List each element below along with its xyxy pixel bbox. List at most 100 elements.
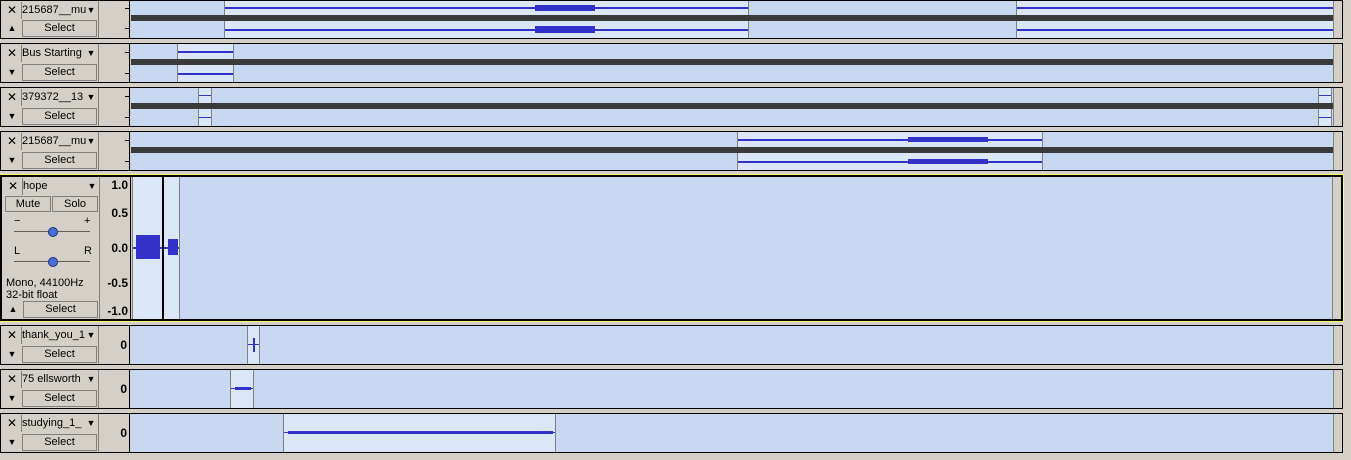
select-button[interactable]: Select (22, 64, 97, 81)
track-resize-handle[interactable] (1333, 88, 1342, 126)
close-icon[interactable]: ✕ (3, 371, 22, 388)
collapse-icon[interactable]: ▼ (3, 434, 21, 451)
ruler-label: 0 (120, 382, 127, 396)
waveform (1017, 28, 1335, 31)
solo-button[interactable]: Solo (52, 196, 98, 212)
track-name-menu[interactable]: 379372__13 ▼ (22, 89, 97, 106)
track-name-menu[interactable]: 75 ellsworth ▼ (22, 371, 97, 388)
pan-slider[interactable] (48, 257, 58, 267)
audio-clip[interactable] (177, 44, 234, 59)
select-button[interactable]: Select (22, 434, 97, 451)
playhead-cursor[interactable] (162, 177, 164, 319)
track-control-panel: ✕ 215687__mu ▼ ▲ Select (1, 1, 99, 38)
mute-button[interactable]: Mute (5, 196, 51, 212)
waveform-area[interactable] (131, 414, 1342, 452)
track-75-ellsworth[interactable]: ✕ 75 ellsworth ▼ ▼ Select 0 (0, 369, 1343, 409)
select-button[interactable]: Select (22, 20, 97, 37)
close-icon[interactable]: ✕ (4, 178, 23, 195)
audio-clip[interactable] (132, 177, 180, 319)
waveform (168, 239, 178, 255)
audio-clip[interactable] (177, 65, 234, 82)
track-control-panel: ✕ thank_you_1 ▼ ▼ Select (1, 326, 99, 364)
track-215687-mu-1[interactable]: ✕ 215687__mu ▼ ▲ Select (0, 0, 1343, 39)
audio-clip[interactable] (1318, 88, 1332, 103)
collapse-icon[interactable]: ▲ (4, 301, 22, 318)
close-icon[interactable]: ✕ (3, 327, 22, 344)
track-resize-handle[interactable] (1333, 1, 1342, 38)
waveform-area[interactable] (131, 88, 1342, 126)
select-button[interactable]: Select (22, 390, 97, 407)
audio-clip[interactable] (1318, 109, 1332, 126)
audio-clip[interactable] (224, 1, 749, 15)
track-control-panel: ✕ Bus Starting ▼ ▼ Select (1, 44, 99, 82)
track-resize-handle[interactable] (1333, 132, 1342, 170)
collapse-icon[interactable]: ▼ (3, 390, 21, 407)
ruler-tick (125, 28, 129, 29)
collapse-icon[interactable]: ▼ (3, 346, 21, 363)
waveform-area[interactable] (131, 370, 1342, 408)
track-bus-starting[interactable]: ✕ Bus Starting ▼ ▼ Select (0, 43, 1343, 83)
select-button[interactable]: Select (23, 301, 98, 318)
audio-clip[interactable] (1016, 21, 1336, 38)
track-name-menu[interactable]: hope ▼ (23, 178, 98, 195)
waveform (1017, 7, 1335, 9)
audio-clip[interactable] (737, 132, 1043, 147)
collapse-icon[interactable]: ▲ (3, 20, 21, 37)
select-button[interactable]: Select (22, 108, 97, 125)
channel-right (131, 65, 1342, 82)
select-button[interactable]: Select (22, 152, 97, 169)
track-resize-handle[interactable] (1333, 326, 1342, 364)
audio-clip[interactable] (224, 21, 749, 38)
select-button[interactable]: Select (22, 346, 97, 363)
audio-clip[interactable] (230, 370, 254, 408)
audio-clip[interactable] (737, 153, 1043, 170)
track-resize-handle[interactable] (1333, 370, 1342, 408)
track-resize-handle[interactable] (1333, 44, 1342, 82)
waveform (178, 50, 233, 53)
chevron-down-icon: ▼ (87, 181, 97, 191)
waveform (136, 235, 160, 259)
waveform-area[interactable] (131, 132, 1342, 170)
audio-clip[interactable] (1016, 1, 1336, 15)
track-hope[interactable]: ✕ hope ▼ Mute Solo − + L R Mono, 44100Hz … (0, 174, 1344, 322)
collapse-icon[interactable]: ▼ (3, 64, 21, 81)
vertical-ruler: 1.0 0.5 0.0 -0.5 -1.0 (100, 177, 131, 319)
close-icon[interactable]: ✕ (3, 45, 22, 62)
channel-right (131, 153, 1342, 170)
close-icon[interactable]: ✕ (3, 415, 22, 432)
collapse-icon[interactable]: ▼ (3, 152, 21, 169)
audio-clip[interactable] (198, 109, 212, 126)
track-studying-1[interactable]: ✕ studying_1_ ▼ ▼ Select 0 (0, 413, 1343, 453)
track-name-menu[interactable]: 215687__mu ▼ (22, 2, 97, 19)
track-379372-13[interactable]: ✕ 379372__13 ▼ ▼ Select (0, 87, 1343, 127)
track-resize-handle[interactable] (1332, 177, 1341, 319)
audio-clip[interactable] (283, 414, 556, 452)
waveform-area[interactable] (131, 44, 1342, 82)
close-icon[interactable]: ✕ (3, 89, 22, 106)
track-name-menu[interactable]: 215687__mu ▼ (22, 133, 97, 150)
track-name: 379372__13 (22, 91, 84, 103)
ruler-label: 0 (120, 338, 127, 352)
waveform-area[interactable] (131, 1, 1342, 38)
track-control-panel: ✕ hope ▼ Mute Solo − + L R Mono, 44100Hz … (2, 177, 100, 319)
format-rate: Mono, 44100Hz (6, 277, 84, 289)
track-resize-handle[interactable] (1333, 414, 1342, 452)
waveform-area[interactable] (131, 326, 1342, 364)
audio-clip[interactable] (198, 88, 212, 103)
ruler-label: -1.0 (107, 304, 128, 318)
track-name-menu[interactable]: thank_you_1 ▼ (22, 327, 97, 344)
gain-slider[interactable] (48, 227, 58, 237)
track-thank-you-1[interactable]: ✕ thank_you_1 ▼ ▼ Select 0 (0, 325, 1343, 365)
collapse-icon[interactable]: ▼ (3, 108, 21, 125)
close-icon[interactable]: ✕ (3, 2, 22, 19)
track-control-panel: ✕ 379372__13 ▼ ▼ Select (1, 88, 99, 126)
close-icon[interactable]: ✕ (3, 133, 22, 150)
track-name-menu[interactable]: Bus Starting ▼ (22, 45, 97, 62)
audio-clip[interactable] (247, 326, 260, 364)
waveform (199, 116, 211, 118)
track-215687-mu-2[interactable]: ✕ 215687__mu ▼ ▼ Select (0, 131, 1343, 171)
track-control-panel: ✕ 215687__mu ▼ ▼ Select (1, 132, 99, 170)
chevron-down-icon: ▼ (86, 5, 96, 15)
waveform-area[interactable] (132, 177, 1341, 319)
track-name-menu[interactable]: studying_1_ ▼ (22, 415, 97, 432)
